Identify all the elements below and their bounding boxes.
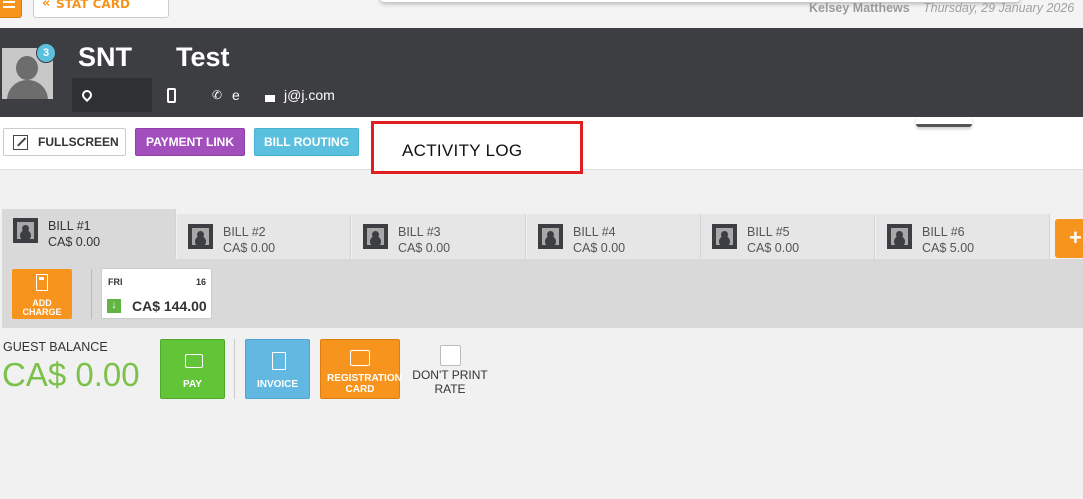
add-charge-button[interactable]: ADD CHARGE — [12, 269, 72, 319]
tab-bill-3[interactable]: BILL #3 CA$ 0.00 — [352, 214, 526, 259]
bill-name: BILL #1 — [48, 219, 91, 233]
guest-balance-label: GUEST BALANCE — [3, 340, 108, 354]
divider — [234, 339, 235, 399]
registration-card-label: REGISTRATION CARD — [327, 373, 402, 395]
guest-header: 3 SNT Test ✆ e j@j.com — [0, 28, 1083, 117]
calculator-icon — [36, 274, 48, 291]
guest-first-name: SNT — [78, 42, 132, 72]
mobile-phone-icon — [167, 88, 176, 103]
bill-avatar-icon — [188, 224, 213, 249]
divider — [91, 269, 92, 319]
add-charge-label: ADD CHARGE — [22, 298, 62, 317]
invoice-document-icon — [272, 352, 286, 370]
phone-icon: ✆ — [212, 88, 223, 102]
download-arrow-icon[interactable]: ↓ — [107, 299, 121, 313]
bill-name: BILL #2 — [223, 225, 266, 239]
day-amount: CA$ 144.00 — [132, 298, 207, 314]
menu-button[interactable] — [0, 0, 22, 18]
bill-amount: CA$ 0.00 — [223, 241, 276, 255]
bill-routing-button[interactable]: BILL ROUTING — [254, 128, 359, 156]
guest-email: j@j.com — [284, 87, 335, 103]
bill-name: BILL #5 — [747, 225, 790, 239]
current-user-name: Kelsey Matthews — [809, 1, 910, 15]
notification-badge[interactable]: 3 — [36, 43, 56, 63]
bill-amount: CA$ 0.00 — [398, 241, 451, 255]
bill-amount: CA$ 0.00 — [747, 241, 800, 255]
payment-link-button[interactable]: PAYMENT LINK — [135, 128, 245, 156]
bill-name: BILL #3 — [398, 225, 441, 239]
activity-log-button[interactable]: ACTIVITY LOG — [371, 121, 583, 174]
bill-amount: CA$ 0.00 — [573, 241, 626, 255]
bill-amount: CA$ 5.00 — [922, 241, 975, 255]
bill-avatar-icon — [13, 218, 38, 243]
tab-bill-5[interactable]: BILL #5 CA$ 0.00 — [701, 214, 875, 259]
add-bill-button[interactable]: + — [1055, 219, 1083, 258]
fullscreen-button[interactable]: FULLSCREEN — [3, 128, 126, 156]
registration-card-button[interactable]: REGISTRATION CARD — [320, 339, 402, 399]
bill-tabs: BILL #1 CA$ 0.00 BILL #2 CA$ 0.00 BILL #… — [0, 209, 1083, 259]
tab-bill-2[interactable]: BILL #2 CA$ 0.00 — [177, 214, 351, 259]
dont-print-rate-label: DON'T PRINT RATE — [412, 368, 488, 396]
tab-bill-4[interactable]: BILL #4 CA$ 0.00 — [527, 214, 701, 259]
fullscreen-label: FULLSCREEN — [38, 135, 119, 149]
stat-card-button[interactable]: « STAT CARD — [33, 0, 169, 18]
mail-icon — [265, 95, 275, 102]
bill-avatar-icon — [887, 224, 912, 249]
invoice-button[interactable]: INVOICE — [245, 339, 310, 399]
guest-balance-value: CA$ 0.00 — [2, 356, 140, 393]
pay-button[interactable]: PAY — [160, 339, 225, 399]
bill-name: BILL #4 — [573, 225, 616, 239]
charges-strip: ADD CHARGE FRI 16 ↓ CA$ 144.00 — [2, 259, 1083, 328]
guest-phone: e — [232, 87, 240, 103]
double-chevron-left-icon: « — [42, 0, 51, 11]
bill-name: BILL #6 — [922, 225, 965, 239]
invoice-label: INVOICE — [256, 379, 299, 390]
guest-last-name: Test — [176, 42, 230, 72]
day-charge-card[interactable]: FRI 16 ↓ CA$ 144.00 — [101, 268, 212, 319]
bill-avatar-icon — [712, 224, 737, 249]
printer-icon — [350, 350, 370, 366]
wallet-icon — [185, 354, 203, 368]
tab-bill-6[interactable]: BILL #6 CA$ 5.00 — [876, 214, 1050, 259]
action-toolbar: FULLSCREEN PAYMENT LINK BILL ROUTING ACT… — [0, 117, 1083, 174]
tab-bill-1[interactable]: BILL #1 CA$ 0.00 — [2, 209, 176, 259]
pay-label: PAY — [183, 379, 202, 390]
stat-card-label: STAT CARD — [56, 0, 130, 11]
bill-amount: CA$ 0.00 — [48, 235, 101, 249]
current-date: Thursday, 29 January 2026 — [923, 1, 1075, 15]
day-number: 16 — [195, 277, 206, 287]
day-weekday: FRI — [108, 277, 123, 287]
bill-avatar-icon — [538, 224, 563, 249]
top-strip: « STAT CARD Kelsey Matthews Thursday, 29… — [0, 0, 1083, 28]
dont-print-rate-checkbox[interactable] — [440, 345, 461, 366]
activity-log-label: ACTIVITY LOG — [402, 141, 523, 160]
panel-handle[interactable] — [916, 117, 972, 127]
expand-icon — [13, 135, 28, 150]
bill-avatar-icon — [363, 224, 388, 249]
